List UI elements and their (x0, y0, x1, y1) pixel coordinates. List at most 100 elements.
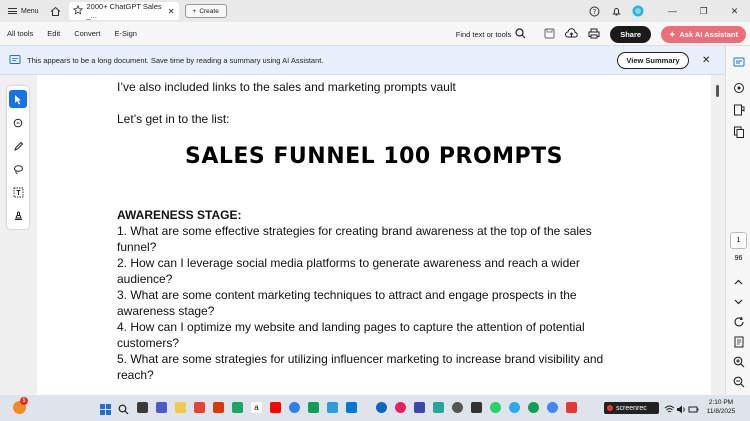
stamp-tool-icon[interactable] (9, 206, 27, 224)
whatsapp-icon[interactable] (490, 402, 501, 413)
list-item: 2. How can I leverage social media platf… (117, 256, 580, 286)
screenrec-indicator[interactable]: screenrec (604, 402, 659, 414)
ai-summary-icon (9, 54, 21, 67)
tab-convert[interactable]: Convert (67, 29, 107, 38)
sheets-icon[interactable] (308, 402, 319, 413)
save-icon[interactable] (544, 28, 555, 41)
minimize-button[interactable]: — (657, 6, 688, 16)
search-icon[interactable] (515, 27, 526, 41)
lasso-tool-icon[interactable] (9, 160, 27, 178)
system-clock[interactable]: 2:10 PM 11/8/2025 (700, 398, 742, 416)
current-page-input[interactable]: 1 (730, 232, 747, 249)
youtube-icon[interactable] (270, 402, 281, 413)
cloud-upload-icon[interactable] (565, 27, 578, 41)
chrome-icon[interactable] (194, 402, 205, 413)
hamburger-icon (8, 8, 17, 14)
app-icon[interactable] (433, 402, 444, 413)
comments-panel-icon[interactable] (731, 80, 746, 95)
browser-icon[interactable] (289, 402, 300, 413)
refresh-icon[interactable] (731, 314, 746, 329)
total-pages: 96 (734, 255, 743, 262)
chevron-up-icon[interactable] (731, 274, 746, 289)
maximize-button[interactable]: ❐ (688, 6, 719, 17)
menu-label: Menu (21, 7, 39, 15)
zoom-out-icon[interactable] (731, 374, 746, 389)
text-box-tool-icon[interactable] (9, 183, 27, 201)
office-icon[interactable] (213, 402, 224, 413)
comment-tool-icon[interactable] (9, 114, 27, 132)
list-item: 5. What are some strategies for utilizin… (117, 352, 604, 382)
ai-assistant-button[interactable]: ✦ Ask AI Assistant (661, 25, 746, 43)
messenger-icon[interactable] (395, 402, 406, 413)
svg-text:?: ? (592, 8, 596, 16)
page-settings-icon[interactable] (731, 334, 746, 349)
chevron-down-icon[interactable] (731, 294, 746, 309)
intro-paragraph-1: I’ve also included links to the sales an… (117, 80, 456, 94)
tab-e-sign[interactable]: E-Sign (107, 29, 144, 38)
record-dot-icon (607, 405, 613, 411)
settings-gear-icon[interactable] (452, 402, 463, 413)
app-icon[interactable] (414, 402, 425, 413)
taskbar-search-icon[interactable] (118, 402, 129, 415)
banner-text: This appears to be a long document. Save… (27, 55, 324, 65)
file-explorer-icon[interactable] (175, 402, 186, 413)
plus-icon: + (192, 7, 197, 15)
ai-assistant-label: Ask AI Assistant (679, 29, 738, 39)
tab-edit[interactable]: Edit (40, 29, 67, 38)
close-banner-icon[interactable]: ✕ (702, 55, 710, 66)
clock-time: 2:10 PM (708, 399, 734, 406)
titlebar-right: ? — ❐ ✕ (583, 0, 750, 22)
share-button[interactable]: Share (610, 25, 652, 43)
windows-start-icon[interactable] (100, 402, 111, 415)
vertical-scrollbar[interactable] (712, 75, 725, 395)
find-text-or-tools[interactable]: Find text or tools (456, 30, 511, 39)
select-tool-icon[interactable] (9, 90, 27, 108)
battery-icon[interactable] (688, 402, 699, 413)
wifi-icon[interactable] (664, 402, 675, 413)
home-icon[interactable] (47, 2, 65, 20)
edge-icon[interactable] (376, 402, 387, 413)
bell-icon[interactable] (607, 2, 625, 20)
app-icon[interactable] (547, 402, 558, 413)
menu-button[interactable]: Menu (0, 0, 45, 22)
app-icon[interactable] (528, 402, 539, 413)
photos-icon[interactable] (327, 402, 338, 413)
document-tab-title: 2000+ ChatGPT Sales _... (86, 2, 162, 20)
star-icon[interactable] (72, 4, 83, 17)
excel-icon[interactable] (232, 402, 243, 413)
volume-icon[interactable] (676, 402, 687, 414)
ai-sparkle-icon: ✦ (669, 29, 676, 39)
terminal-icon[interactable] (471, 402, 482, 413)
profile-avatar-icon[interactable] (629, 2, 647, 20)
list-item: 1. What are some effective strategies fo… (117, 224, 592, 254)
stage-title: AWARENESS STAGE: (117, 208, 242, 222)
title-bar: Menu 2000+ ChatGPT Sales _... ✕ + Create… (0, 0, 750, 22)
bookmarks-panel-icon[interactable] (731, 102, 746, 117)
document-tab[interactable]: 2000+ ChatGPT Sales _... ✕ (68, 2, 179, 20)
help-icon[interactable]: ? (585, 2, 603, 20)
task-view-icon[interactable] (137, 402, 148, 413)
amazon-icon[interactable]: a (251, 402, 262, 413)
weather-badge: 5 (20, 397, 28, 405)
ai-summary-panel-icon[interactable] (731, 54, 746, 69)
close-window-button[interactable]: ✕ (719, 6, 750, 17)
pages-panel-icon[interactable] (731, 124, 746, 139)
create-button[interactable]: + Create (184, 4, 227, 18)
zoom-in-icon[interactable] (731, 354, 746, 369)
close-tab-icon[interactable]: ✕ (168, 7, 175, 16)
intro-paragraph-2: Let’s get in to the list: (117, 112, 230, 126)
acrobat-icon[interactable] (566, 402, 577, 413)
telegram-icon[interactable] (509, 402, 520, 413)
print-icon[interactable] (588, 28, 600, 41)
clock-date: 11/8/2025 (706, 408, 736, 415)
pen-tool-icon[interactable] (9, 137, 27, 155)
scrollbar-thumb[interactable] (716, 85, 719, 97)
toolbar-right: Find text or tools Share ✦ Ask AI Assist… (456, 22, 746, 46)
teams-icon[interactable] (156, 402, 167, 413)
store-icon[interactable] (346, 402, 357, 413)
view-summary-button[interactable]: View Summary (617, 52, 689, 69)
document-heading: SALES FUNNEL 100 PROMPTS (184, 144, 564, 169)
tab-all-tools[interactable]: All tools (0, 29, 40, 38)
left-tool-rail (7, 86, 29, 229)
document-page: I’ve also included links to the sales an… (37, 75, 711, 395)
